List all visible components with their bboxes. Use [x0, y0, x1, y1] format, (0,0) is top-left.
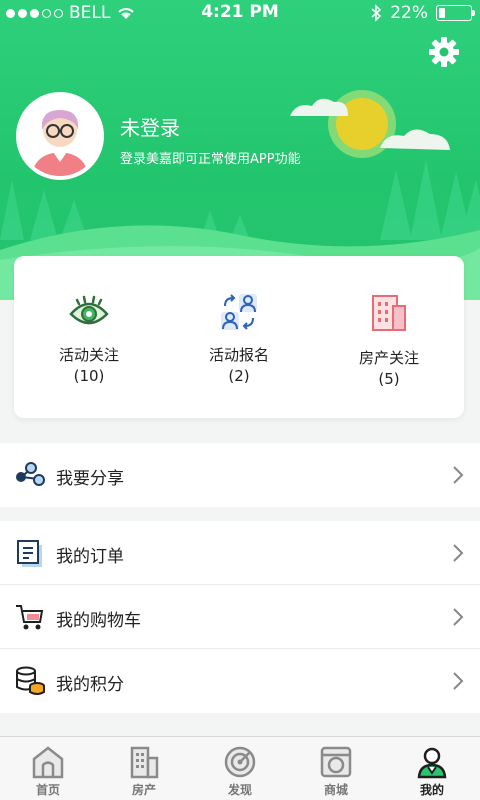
menu-item-cart[interactable]: 我的购物车	[0, 585, 480, 649]
battery-icon	[436, 5, 475, 21]
user-icon	[417, 747, 447, 779]
status-bar: BELL 4:21 PM 22%	[0, 0, 480, 26]
tab-label: 首页	[35, 783, 60, 797]
menu-item-label: 我的购物车	[56, 611, 141, 631]
stat-count: (2)	[228, 367, 250, 385]
stat-activity-signup[interactable]: 活动报名 (2)	[164, 256, 314, 418]
order-icon	[17, 540, 42, 567]
eye-icon	[69, 295, 109, 325]
stat-label: 房产关注	[358, 349, 419, 367]
user-name[interactable]: 未登录	[120, 112, 180, 141]
avatar-illustration	[20, 96, 100, 176]
menu-item-share[interactable]: 我要分享	[0, 443, 480, 507]
stat-property-follow[interactable]: 房产关注 (5)	[314, 256, 464, 418]
avatar[interactable]	[16, 92, 104, 180]
tab-label: 商城	[323, 783, 348, 797]
washer-icon	[320, 746, 352, 778]
chevron-right-icon	[453, 608, 464, 626]
menu-group-share: 我要分享	[0, 443, 480, 507]
share-icon	[16, 462, 45, 486]
tab-label: 发现	[227, 783, 252, 797]
tab-discover[interactable]: 发现	[192, 737, 288, 800]
chevron-right-icon	[453, 466, 464, 484]
cart-icon	[16, 605, 44, 630]
tab-property[interactable]: 房产	[96, 737, 192, 800]
tab-label: 房产	[131, 783, 156, 797]
menu-item-label: 我要分享	[56, 469, 124, 489]
menu-item-label: 我的积分	[56, 675, 124, 695]
status-right: 22%	[370, 3, 475, 23]
stat-label: 活动报名	[208, 346, 269, 364]
menu-item-orders[interactable]: 我的订单	[0, 521, 480, 585]
stat-count: (10)	[73, 367, 105, 385]
stat-activity-follow[interactable]: 活动关注 (10)	[14, 256, 164, 418]
tab-mine[interactable]: 我的	[384, 737, 480, 800]
stats-card: 活动关注 (10) 活动报名 (2) 房产关注 (5)	[14, 256, 464, 418]
chevron-right-icon	[453, 544, 464, 562]
chevron-right-icon	[453, 672, 464, 690]
profile-header: BELL 4:21 PM 22% 未登录 登录美嘉即可正常使用APP功能	[0, 0, 480, 300]
menu-item-points[interactable]: 我的积分	[0, 649, 480, 713]
exchange-users-icon	[221, 294, 257, 330]
bottom-tab-bar: 首页 房产 发现 商城 我的	[0, 736, 480, 800]
stat-label: 活动关注	[58, 346, 119, 364]
bluetooth-icon	[371, 4, 382, 22]
login-hint[interactable]: 登录美嘉即可正常使用APP功能	[120, 148, 301, 167]
battery-percent: 22%	[390, 3, 428, 23]
menu-group-orders: 我的订单 我的购物车 我的积分	[0, 521, 480, 713]
battery-level	[439, 8, 445, 18]
tab-label: 我的	[419, 783, 444, 797]
radar-icon	[224, 746, 256, 778]
tab-home[interactable]: 首页	[0, 737, 96, 800]
menu-item-label: 我的订单	[56, 547, 124, 567]
building-icon	[372, 295, 406, 331]
home-icon	[32, 746, 64, 779]
gear-icon[interactable]	[428, 36, 460, 68]
building-icon	[130, 746, 159, 779]
points-icon	[16, 666, 45, 695]
tab-mall[interactable]: 商城	[288, 737, 384, 800]
stat-count: (5)	[378, 370, 400, 388]
